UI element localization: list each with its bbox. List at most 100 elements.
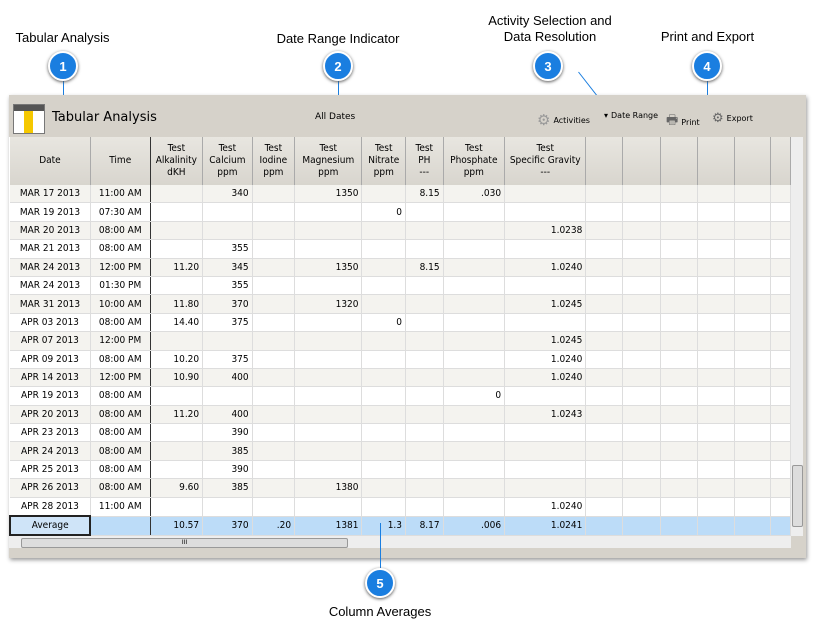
- value-cell[interactable]: [770, 221, 791, 241]
- value-cell[interactable]: 1.0240: [504, 368, 587, 388]
- value-cell[interactable]: 11.80: [150, 294, 204, 314]
- print-button[interactable]: 🖶 Print: [666, 111, 700, 133]
- value-cell[interactable]: [361, 350, 407, 369]
- value-cell[interactable]: [294, 386, 363, 406]
- value-cell[interactable]: [294, 405, 363, 425]
- value-cell[interactable]: [660, 441, 698, 461]
- value-cell[interactable]: [697, 460, 735, 480]
- value-cell[interactable]: 10.57: [150, 516, 204, 536]
- value-cell[interactable]: 11.20: [150, 258, 204, 277]
- value-cell[interactable]: [294, 497, 363, 517]
- value-cell[interactable]: [622, 441, 661, 461]
- value-cell[interactable]: 1381: [294, 516, 363, 536]
- value-cell[interactable]: [294, 202, 363, 222]
- value-cell[interactable]: [252, 331, 296, 351]
- value-cell[interactable]: 390: [202, 460, 253, 480]
- value-cell[interactable]: [585, 368, 624, 388]
- value-cell[interactable]: [585, 460, 624, 480]
- value-cell[interactable]: [443, 276, 506, 296]
- value-cell[interactable]: [770, 258, 791, 277]
- value-cell[interactable]: [150, 386, 204, 406]
- value-cell[interactable]: [252, 294, 296, 314]
- value-cell[interactable]: [770, 478, 791, 498]
- value-cell[interactable]: [150, 460, 204, 480]
- value-cell[interactable]: 1.0241: [504, 516, 587, 536]
- value-cell[interactable]: [734, 386, 772, 406]
- value-cell[interactable]: [294, 221, 363, 241]
- value-cell[interactable]: [405, 331, 444, 351]
- value-cell[interactable]: 400: [202, 368, 253, 388]
- value-cell[interactable]: [443, 239, 506, 259]
- value-cell[interactable]: 1380: [294, 478, 363, 498]
- scrollbar-thumb[interactable]: III: [21, 538, 348, 548]
- value-cell[interactable]: [405, 276, 444, 296]
- value-cell[interactable]: 1.0240: [504, 350, 587, 369]
- value-cell[interactable]: [622, 516, 661, 536]
- value-cell[interactable]: [294, 331, 363, 351]
- value-cell[interactable]: 1.0240: [504, 497, 587, 517]
- value-cell[interactable]: [443, 258, 506, 277]
- value-cell[interactable]: [660, 221, 698, 241]
- value-cell[interactable]: [622, 331, 661, 351]
- value-cell[interactable]: [150, 185, 204, 204]
- value-cell[interactable]: 14.40: [150, 313, 204, 333]
- date-cell[interactable]: MAR 21 2013: [10, 239, 91, 259]
- value-cell[interactable]: [361, 497, 407, 517]
- value-cell[interactable]: [770, 313, 791, 333]
- value-cell[interactable]: [697, 386, 735, 406]
- value-cell[interactable]: [585, 331, 624, 351]
- date-cell[interactable]: APR 23 2013: [10, 423, 91, 443]
- date-cell[interactable]: Average: [9, 515, 92, 536]
- value-cell[interactable]: [405, 386, 444, 406]
- value-cell[interactable]: [734, 516, 772, 536]
- value-cell[interactable]: [202, 497, 253, 517]
- time-cell[interactable]: 12:00 PM: [90, 368, 151, 388]
- value-cell[interactable]: [585, 258, 624, 277]
- value-cell[interactable]: [660, 258, 698, 277]
- table-row[interactable]: APR 19 2013 08:00 AM 0: [10, 386, 791, 406]
- value-cell[interactable]: 385: [202, 478, 253, 498]
- value-cell[interactable]: [252, 441, 296, 461]
- table-row[interactable]: APR 28 2013 11:00 AM 1.0240: [10, 497, 791, 517]
- value-cell[interactable]: [697, 313, 735, 333]
- date-cell[interactable]: APR 25 2013: [10, 460, 91, 480]
- time-cell[interactable]: 12:00 PM: [90, 258, 151, 277]
- value-cell[interactable]: [150, 331, 204, 351]
- value-cell[interactable]: [504, 441, 587, 461]
- value-cell[interactable]: [697, 368, 735, 388]
- date-cell[interactable]: APR 09 2013: [10, 350, 91, 369]
- value-cell[interactable]: [770, 441, 791, 461]
- value-cell[interactable]: 355: [202, 276, 253, 296]
- value-cell[interactable]: .006: [443, 516, 506, 536]
- value-cell[interactable]: [405, 497, 444, 517]
- column-header[interactable]: [622, 137, 661, 185]
- date-cell[interactable]: APR 24 2013: [10, 441, 91, 461]
- value-cell[interactable]: 0: [361, 202, 407, 222]
- value-cell[interactable]: 340: [202, 185, 253, 204]
- value-cell[interactable]: [504, 478, 587, 498]
- date-cell[interactable]: MAR 17 2013: [10, 185, 91, 204]
- value-cell[interactable]: [660, 516, 698, 536]
- column-header[interactable]: Test Iodine ppm: [252, 137, 296, 185]
- value-cell[interactable]: [252, 405, 296, 425]
- value-cell[interactable]: [585, 221, 624, 241]
- value-cell[interactable]: [443, 460, 506, 480]
- value-cell[interactable]: [770, 294, 791, 314]
- date-cell[interactable]: MAR 24 2013: [10, 258, 91, 277]
- time-cell[interactable]: 08:00 AM: [90, 423, 151, 443]
- value-cell[interactable]: 390: [202, 423, 253, 443]
- value-cell[interactable]: [622, 478, 661, 498]
- value-cell[interactable]: 9.60: [150, 478, 204, 498]
- column-header[interactable]: Test Alkalinity dKH: [150, 137, 204, 185]
- value-cell[interactable]: [202, 202, 253, 222]
- value-cell[interactable]: [585, 239, 624, 259]
- value-cell[interactable]: [734, 202, 772, 222]
- value-cell[interactable]: [585, 185, 624, 204]
- value-cell[interactable]: [770, 331, 791, 351]
- value-cell[interactable]: [734, 368, 772, 388]
- time-cell[interactable]: 11:00 AM: [90, 497, 151, 517]
- date-cell[interactable]: MAR 20 2013: [10, 221, 91, 241]
- table-row[interactable]: MAR 24 2013 01:30 PM 355: [10, 276, 791, 296]
- value-cell[interactable]: [770, 185, 791, 204]
- export-button[interactable]: ⚙ Export: [712, 111, 753, 126]
